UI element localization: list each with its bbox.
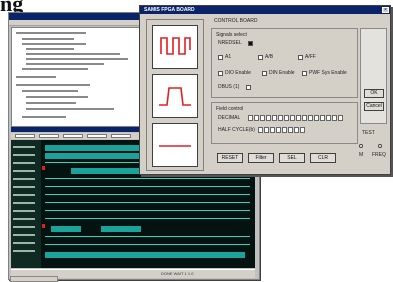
fpga-board-dialog: SAMIS FPGA BOARD × CONTROL BOARD Signals… <box>139 5 391 175</box>
option-checkbox-3[interactable] <box>298 55 303 60</box>
sel-button[interactable]: SEL <box>279 153 305 163</box>
option-label-3: A/FF <box>305 54 316 60</box>
option-checkbox-6[interactable] <box>302 71 307 76</box>
toolbar-button[interactable] <box>111 134 131 138</box>
bit-checkbox[interactable] <box>246 85 251 90</box>
status-text: DONE WAIT 1 1.0 <box>161 271 194 276</box>
signals-label: Signals select <box>216 32 247 38</box>
option-label-1: A1 <box>225 54 232 60</box>
radio-right-label: FREQ <box>372 152 386 158</box>
option-label-4: DIO Enable <box>225 70 251 76</box>
field-control-group: Field control DECIMAL HALF CYCLE(b) <box>211 102 358 144</box>
pulse-wave-icon <box>159 87 191 106</box>
toolbar-button[interactable] <box>87 134 107 138</box>
ok-button[interactable]: OK <box>364 89 384 98</box>
option-label-6: PWF Sys Enable <box>309 70 347 76</box>
control-board-label: CONTROL BOARD <box>214 18 258 24</box>
signal-label-1: NREDSEL <box>218 40 242 46</box>
option-label-2: A/B <box>265 54 274 60</box>
waveform-marker <box>42 166 45 170</box>
signal-name-list <box>11 140 41 268</box>
radio-left-label: M <box>359 152 364 158</box>
pulse-wave-button[interactable] <box>152 74 198 118</box>
reset-button[interactable]: RESET <box>217 153 243 163</box>
option-checkbox-1[interactable] <box>218 55 223 60</box>
filter-button[interactable]: Filter <box>248 153 274 163</box>
toolbar-button[interactable] <box>15 134 35 138</box>
taskbar-button[interactable] <box>10 276 58 282</box>
dialog-title-bar[interactable]: SAMIS FPGA BOARD × <box>140 6 390 14</box>
waveform-marker <box>42 224 45 228</box>
radio-left[interactable] <box>359 144 363 148</box>
square-wave-button[interactable] <box>152 25 198 69</box>
half-cycle-bit-field[interactable] <box>258 127 318 134</box>
decimal-bit-field[interactable] <box>248 115 352 122</box>
side-panel: OK Cancel <box>360 28 387 124</box>
toolbar-button[interactable] <box>63 134 83 138</box>
cancel-button[interactable]: Cancel <box>364 102 384 111</box>
option-checkbox-2[interactable] <box>258 55 263 60</box>
signals-group: Signals select NREDSEL A1 A/B A/FF DIO E… <box>211 28 358 98</box>
option-checkbox-5[interactable] <box>262 71 267 76</box>
square-wave-icon <box>160 37 191 55</box>
decimal-label: DECIMAL <box>218 115 241 121</box>
bit-label: DBUS (1) <box>218 84 240 90</box>
option-label-5: DIN Enable <box>269 70 295 76</box>
flat-line-button[interactable] <box>152 123 198 167</box>
toolbar-button[interactable] <box>39 134 59 138</box>
clear-button[interactable]: CLR <box>310 153 336 163</box>
half-cycle-label: HALF CYCLE(b) <box>218 127 255 133</box>
field-control-label: Field control <box>216 106 244 112</box>
radio-right[interactable] <box>378 144 382 148</box>
signal-checkbox-1[interactable] <box>248 41 253 46</box>
option-checkbox-4[interactable] <box>218 71 223 76</box>
dialog-title: SAMIS FPGA BOARD <box>144 7 195 13</box>
waveform-selector <box>146 19 204 171</box>
test-label: TEST <box>362 130 375 136</box>
close-icon[interactable]: × <box>382 7 389 13</box>
flat-line-icon <box>159 145 191 147</box>
